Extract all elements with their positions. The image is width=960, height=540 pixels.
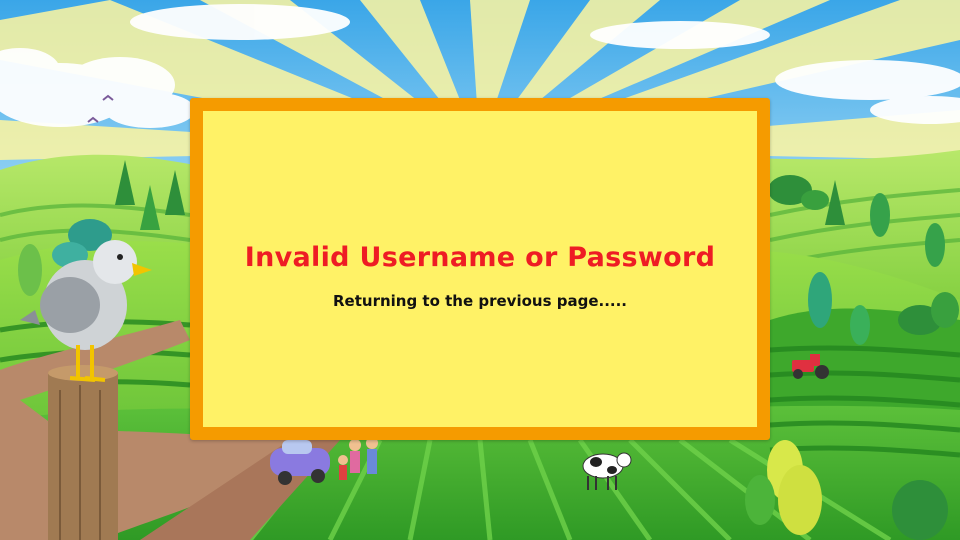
wooden-post	[48, 365, 118, 540]
redirect-message: Returning to the previous page.....	[333, 292, 627, 310]
farm-background-scene: Invalid Username or Password Returning t…	[0, 0, 960, 540]
error-dialog: Invalid Username or Password Returning t…	[190, 98, 770, 440]
error-title: Invalid Username or Password	[244, 242, 716, 273]
